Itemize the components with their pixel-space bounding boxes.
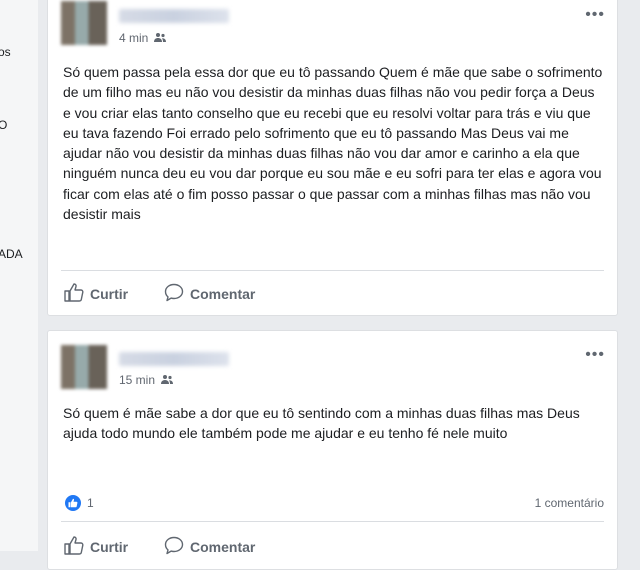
comment-button[interactable]: Comentar [164,536,255,558]
comment-button[interactable]: Comentar [164,283,255,305]
reactions-summary[interactable]: 1 [65,495,94,511]
post-meta: 4 min [119,31,167,45]
post-card: 4 min ••• Só quem passa pela essa dor qu… [47,0,618,316]
left-sidebar: os O ADA [0,0,38,551]
like-label: Curtir [90,286,129,302]
comment-label: Comentar [190,286,256,302]
sidebar-fragment[interactable]: os [0,45,11,59]
post-text: Só quem é mãe sabe a dor que eu tô senti… [63,405,580,442]
comment-count-link[interactable]: 1 comentário [535,496,604,510]
divider [61,270,604,271]
post-text: Só quem passa pela essa dor que eu tô pa… [63,64,603,223]
avatar[interactable] [61,345,107,389]
more-options-icon[interactable]: ••• [585,347,605,363]
comment-label: Comentar [190,539,256,555]
author-name-blurred[interactable] [119,9,229,23]
like-label: Curtir [90,539,129,555]
friends-icon [161,373,174,387]
more-options-icon[interactable]: ••• [585,7,605,23]
sidebar-fragment[interactable]: O [0,118,7,132]
sidebar-fragment[interactable]: ADA [0,247,23,261]
post-time[interactable]: 15 min [119,373,155,387]
like-button[interactable]: Curtir [64,283,128,305]
avatar[interactable] [61,1,107,45]
like-reaction-icon [65,495,81,511]
like-button[interactable]: Curtir [64,536,128,558]
post-meta: 15 min [119,373,174,387]
reaction-count: 1 [87,496,94,510]
divider [61,521,604,522]
comment-bubble-icon [164,283,184,305]
comment-bubble-icon [164,536,184,558]
post-time[interactable]: 4 min [119,31,148,45]
thumbs-up-icon [64,536,84,558]
thumbs-up-icon [64,283,84,305]
friends-icon [154,31,167,45]
post-card: 15 min ••• Só quem é mãe sabe a dor que … [47,330,618,570]
author-name-blurred[interactable] [119,352,229,366]
